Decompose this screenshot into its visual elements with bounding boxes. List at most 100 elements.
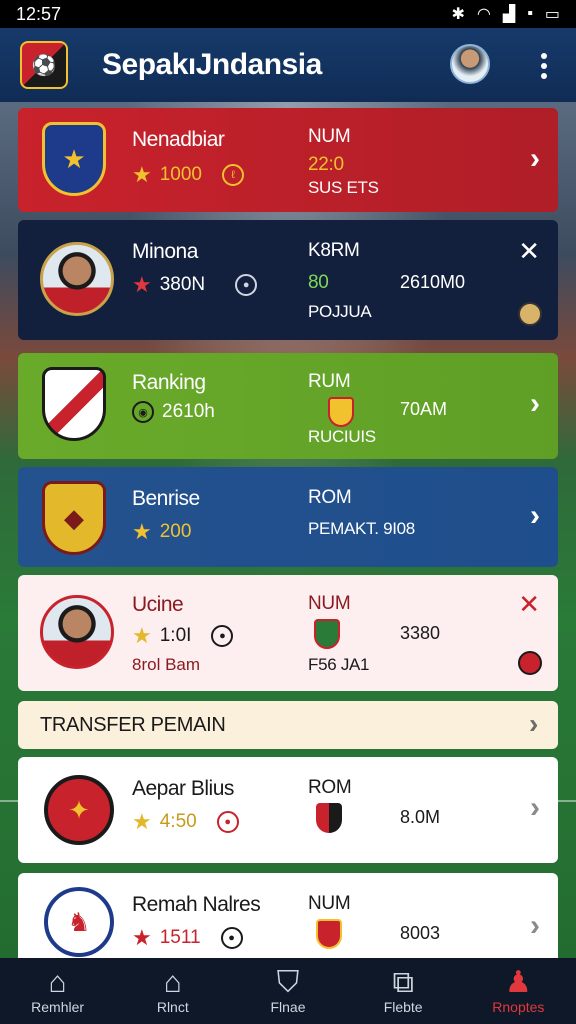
nav-label: Remhler — [31, 999, 85, 1015]
ball-icon: ● — [211, 625, 234, 647]
col-subtext: SUS ETS — [308, 178, 379, 197]
col-subtext: PEMAKT. 9I08 — [308, 519, 415, 538]
app-bar: ⚽ SepakıJndansia — [0, 28, 576, 102]
team-name: Benrise — [132, 487, 200, 510]
chevron-right-icon[interactable]: › — [530, 142, 540, 176]
signal-icon: ▟ — [502, 6, 516, 23]
chevron-right-icon[interactable]: › — [530, 387, 540, 421]
section-title: TRANSFER PEMAIN — [40, 713, 226, 736]
team-stat: ★ 1000 ℓ — [132, 162, 245, 188]
team-crest-icon: ★ — [42, 122, 106, 196]
transfer-section-header[interactable]: TRANSFER PEMAIN › — [18, 701, 558, 749]
more-menu-icon[interactable] — [532, 50, 556, 82]
close-icon[interactable]: ✕ — [518, 236, 540, 267]
col-header: NUM — [308, 593, 351, 614]
club-badge-icon — [518, 302, 542, 326]
nav-item-home[interactable]: ⌂ Remhler — [3, 966, 113, 1016]
team-crest-icon: ◆ — [42, 481, 106, 555]
bottom-nav: ⌂ Remhler ⌂ Rlnct ⛉ Flnae ⧉ Flebte ♟ Rno… — [0, 958, 576, 1024]
player-name: Aepar Blius — [132, 777, 234, 800]
ranking-stat-value: 2610h — [162, 401, 215, 422]
club-badge-icon — [518, 651, 542, 675]
ball-icon: ● — [235, 274, 258, 296]
club-crest-icon — [314, 619, 340, 649]
ball-icon: ● — [220, 927, 243, 949]
col-value-2: 8.0M — [400, 807, 441, 827]
chevron-right-icon[interactable]: › — [529, 708, 538, 740]
col-value: 80 — [308, 272, 329, 293]
player-stat: ★ 1:0I ● — [132, 623, 234, 649]
card-title: Ranking — [132, 371, 206, 394]
nav-item-4[interactable]: ⧉ Flebte — [348, 967, 458, 1016]
star-icon: ★ — [132, 519, 152, 544]
transfer-card-1[interactable]: ✦ Aepar Blius ★ 4:50 ● ROM 8.0M › — [18, 757, 558, 863]
star-icon: ★ — [132, 272, 152, 297]
nav-item-5[interactable]: ♟ Rnoptes — [463, 967, 573, 1016]
col-header: RUM — [308, 371, 351, 392]
wifi-icon: ◠ — [476, 6, 491, 23]
nav-item-3[interactable]: ⛉ Flnae — [233, 966, 343, 1016]
ranking-card[interactable]: Ranking ◉ 2610h RUM 70AM RUCIUIS › — [18, 353, 558, 459]
status-bar: 12:57 ✱ ◠ ▟ ▪ ▭ — [0, 0, 576, 28]
house-outline-icon: ⌂ — [163, 966, 182, 999]
app-logo-icon[interactable]: ⚽ — [20, 41, 68, 89]
team-name: Nenadbiar — [132, 128, 225, 151]
bluetooth-icon: ✱ — [451, 6, 465, 23]
nav-item-2[interactable]: ⌂ Rlnct — [118, 966, 228, 1016]
player-name: Minona — [132, 240, 198, 263]
col-header: K8RM — [308, 240, 360, 261]
nav-label: Rlnct — [156, 999, 189, 1015]
status-icons: ✱ ◠ ▟ ▪ ▭ — [452, 4, 560, 24]
player-stat-value: 1511 — [159, 927, 201, 948]
chevron-right-icon[interactable]: › — [530, 909, 540, 943]
player-stat: ★ 1511 ● — [132, 925, 243, 951]
shield-icon: ⛉ — [276, 966, 300, 999]
col-value: 22:0 — [308, 154, 344, 175]
col-value-2: 2610M0 — [400, 272, 466, 292]
nav-label: Rnoptes — [492, 999, 545, 1015]
star-icon: ★ — [132, 162, 152, 187]
team-card-1[interactable]: ★ Nenadbiar ★ 1000 ℓ NUM 22:0 SUS ETS › — [18, 108, 558, 212]
player-substat: 8rol Bam — [132, 655, 201, 674]
ranking-stat: ◉ 2610h — [132, 401, 215, 423]
team-stat-value: 1000 — [159, 164, 203, 185]
team-stat-value: 200 — [159, 521, 192, 542]
player-avatar — [40, 242, 114, 316]
col-header: NUM — [308, 126, 351, 147]
team-crest-icon — [42, 367, 106, 441]
player-name: Ucine — [132, 593, 184, 616]
team-card-2[interactable]: ◆ Benrise ★ 200 ROM PEMAKT. 9I08 › — [18, 467, 558, 567]
chevron-right-icon[interactable]: › — [530, 499, 540, 533]
club-crest-icon — [328, 397, 354, 427]
chevron-right-icon[interactable]: › — [530, 791, 540, 825]
player-card-1[interactable]: Minona ★ 380N ● K8RM 80 2610M0 POJJUA ✕ — [18, 220, 558, 340]
col-value-2: 3380 — [400, 623, 441, 643]
team-crest-icon: ✦ — [44, 775, 114, 845]
col-subtext: RUCIUIS — [308, 427, 376, 446]
home-icon: ⌂ — [48, 966, 67, 999]
trophy-badge-icon: ℓ — [222, 164, 245, 186]
col-value-2: 8003 — [400, 923, 441, 943]
profile-avatar[interactable] — [450, 44, 490, 84]
star-icon: ★ — [132, 809, 152, 834]
col-header: ROM — [308, 777, 352, 798]
club-crest-icon — [316, 919, 342, 949]
close-icon[interactable]: ✕ — [518, 589, 540, 620]
player-stat-value: 380N — [159, 274, 206, 295]
col-value-2: 70AM — [400, 399, 448, 419]
player-name: Remah Nalres — [132, 893, 261, 916]
player-stat: ★ 4:50 ● — [132, 809, 239, 835]
battery-icon: ▭ — [544, 6, 560, 23]
col-header: NUM — [308, 893, 351, 914]
team-stat: ★ 200 — [132, 519, 191, 545]
app-title: SepakıJndansia — [102, 48, 322, 81]
player-card-2[interactable]: Ucine ★ 1:0I ● 8rol Bam NUM 3380 F56 JA1… — [18, 575, 558, 691]
col-header: ROM — [308, 487, 352, 508]
club-crest-icon — [316, 803, 342, 833]
star-icon: ★ — [132, 925, 152, 950]
clock-icon: ◉ — [132, 401, 154, 423]
notification-icon: ▪ — [527, 5, 533, 22]
transfer-card-2[interactable]: ♞ Remah Nalres ★ 1511 ● NUM 8003 › — [18, 873, 558, 963]
player-avatar — [40, 595, 114, 669]
status-time: 12:57 — [16, 3, 62, 24]
